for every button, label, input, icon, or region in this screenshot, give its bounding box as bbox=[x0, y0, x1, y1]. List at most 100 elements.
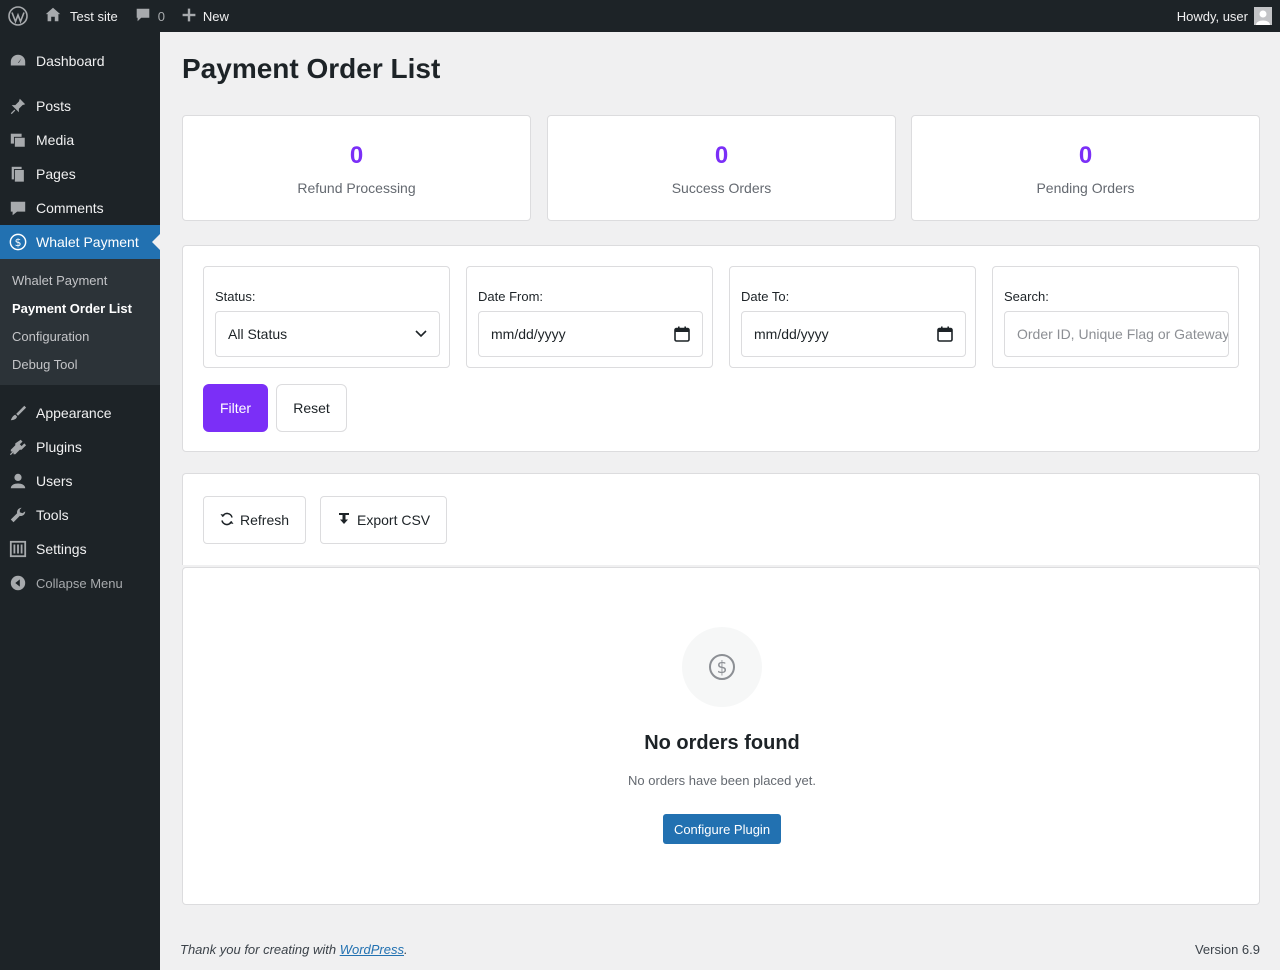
collapse-arrow-icon bbox=[8, 573, 28, 593]
svg-text:$: $ bbox=[15, 236, 22, 249]
date-from-label: Date From: bbox=[478, 289, 544, 304]
new-label: New bbox=[202, 8, 229, 24]
menu-appearance[interactable]: Appearance bbox=[0, 396, 160, 430]
stat-value: 0 bbox=[714, 142, 729, 169]
menu-label: Comments bbox=[36, 200, 104, 216]
empty-state-description: No orders have been placed yet. bbox=[628, 773, 816, 788]
dollar-circle-icon: $ bbox=[8, 232, 28, 252]
dashboard-icon bbox=[8, 51, 28, 71]
menu-comments[interactable]: Comments bbox=[0, 191, 160, 225]
menu-label: Posts bbox=[36, 98, 72, 114]
menu-pages[interactable]: Pages bbox=[0, 157, 160, 191]
menu-users[interactable]: Users bbox=[0, 464, 160, 498]
search-label: Search: bbox=[1004, 289, 1049, 304]
status-filter-group: Status: All Status bbox=[203, 266, 450, 368]
date-to-input[interactable]: mm/dd/yyyy bbox=[741, 311, 966, 357]
submenu-whalet-payment[interactable]: Whalet Payment bbox=[0, 266, 160, 294]
calendar-icon[interactable] bbox=[937, 326, 953, 342]
empty-state-panel: $ No orders found No orders have been pl… bbox=[182, 567, 1260, 905]
submenu-payment-order-list[interactable]: Payment Order List bbox=[0, 294, 160, 322]
footer-thanks: Thank you for creating with WordPress. bbox=[180, 942, 408, 957]
filter-button[interactable]: Filter bbox=[203, 384, 268, 432]
chevron-down-icon bbox=[415, 330, 427, 338]
status-label: Status: bbox=[215, 289, 256, 304]
site-name-link[interactable]: Test site bbox=[36, 0, 126, 32]
search-input[interactable]: Order ID, Unique Flag or Gateway bbox=[1004, 311, 1229, 357]
status-selected-value: All Status bbox=[228, 326, 288, 342]
stat-label: Success Orders bbox=[671, 180, 772, 196]
menu-label: Plugins bbox=[36, 439, 82, 455]
account-menu[interactable]: Howdy, user bbox=[1169, 0, 1280, 32]
stat-label: Pending Orders bbox=[1036, 180, 1135, 196]
menu-label: Dashboard bbox=[36, 53, 105, 69]
menu-media[interactable]: Media bbox=[0, 123, 160, 157]
refresh-button[interactable]: Refresh bbox=[203, 496, 307, 544]
menu-tools[interactable]: Tools bbox=[0, 498, 160, 532]
refresh-icon bbox=[220, 512, 234, 529]
svg-text:$: $ bbox=[717, 658, 728, 678]
pin-icon bbox=[8, 96, 28, 116]
comments-count: 0 bbox=[157, 8, 165, 24]
download-icon bbox=[337, 512, 351, 529]
comment-bubble-icon bbox=[134, 6, 152, 27]
collapse-menu-label: Collapse Menu bbox=[36, 575, 123, 591]
plugin-icon bbox=[8, 437, 28, 457]
actions-panel: Refresh Export CSV bbox=[182, 473, 1260, 565]
search-group: Search: Order ID, Unique Flag or Gateway bbox=[992, 266, 1239, 368]
empty-state-dollar-icon: $ bbox=[682, 627, 762, 707]
submenu-configuration[interactable]: Configuration bbox=[0, 322, 160, 350]
filter-panel: Status: All Status Date From: mm/dd/yyyy… bbox=[182, 245, 1260, 452]
new-content-link[interactable]: New bbox=[173, 0, 237, 32]
wrench-icon bbox=[8, 505, 28, 525]
menu-whalet-payment[interactable]: $ Whalet Payment bbox=[0, 225, 160, 259]
whalet-submenu: Whalet Payment Payment Order List Config… bbox=[0, 259, 160, 385]
pages-icon bbox=[8, 164, 28, 184]
date-to-label: Date To: bbox=[741, 289, 790, 304]
collapse-menu-button[interactable]: Collapse Menu bbox=[0, 566, 160, 600]
avatar bbox=[1254, 7, 1272, 25]
settings-icon bbox=[8, 539, 28, 559]
menu-label: Settings bbox=[36, 541, 87, 557]
export-label: Export CSV bbox=[357, 512, 431, 528]
menu-plugins[interactable]: Plugins bbox=[0, 430, 160, 464]
user-icon bbox=[8, 471, 28, 491]
menu-label: Pages bbox=[36, 166, 76, 182]
comments-icon bbox=[8, 198, 28, 218]
menu-dashboard[interactable]: Dashboard bbox=[0, 44, 160, 78]
footer-thanks-suffix: . bbox=[404, 942, 408, 957]
stat-value: 0 bbox=[1078, 142, 1093, 169]
date-from-input[interactable]: mm/dd/yyyy bbox=[478, 311, 703, 357]
home-icon bbox=[44, 6, 62, 27]
menu-label: Whalet Payment bbox=[36, 234, 139, 250]
stat-label: Refund Processing bbox=[297, 180, 416, 196]
configure-plugin-button[interactable]: Configure Plugin bbox=[663, 814, 781, 844]
menu-label: Tools bbox=[36, 507, 69, 523]
footer-thanks-prefix: Thank you for creating with bbox=[180, 942, 340, 957]
stat-value: 0 bbox=[349, 142, 364, 169]
wordpress-logo-icon[interactable] bbox=[0, 0, 36, 32]
admin-bar: Test site 0 New Howdy, user bbox=[0, 0, 1280, 32]
brush-icon bbox=[8, 403, 28, 423]
site-name-label: Test site bbox=[70, 8, 118, 24]
page-title: Payment Order List bbox=[182, 53, 441, 84]
media-icon bbox=[8, 130, 28, 150]
reset-button[interactable]: Reset bbox=[276, 384, 347, 432]
wordpress-link[interactable]: WordPress bbox=[340, 942, 404, 957]
calendar-icon[interactable] bbox=[674, 326, 690, 342]
stat-card-refund: 0 Refund Processing bbox=[182, 115, 531, 221]
howdy-label: Howdy, user bbox=[1176, 8, 1248, 24]
menu-posts[interactable]: Posts bbox=[0, 89, 160, 123]
submenu-debug-tool[interactable]: Debug Tool bbox=[0, 350, 160, 378]
stat-card-pending: 0 Pending Orders bbox=[911, 115, 1260, 221]
status-select[interactable]: All Status bbox=[215, 311, 440, 357]
plus-icon bbox=[181, 7, 197, 26]
stat-card-success: 0 Success Orders bbox=[547, 115, 896, 221]
empty-state-title: No orders found bbox=[644, 732, 800, 754]
menu-label: Media bbox=[36, 132, 75, 148]
date-from-value: mm/dd/yyyy bbox=[491, 326, 566, 342]
menu-settings[interactable]: Settings bbox=[0, 532, 160, 566]
comments-link[interactable]: 0 bbox=[126, 0, 173, 32]
date-from-group: Date From: mm/dd/yyyy bbox=[466, 266, 713, 368]
export-csv-button[interactable]: Export CSV bbox=[320, 496, 448, 544]
date-to-value: mm/dd/yyyy bbox=[754, 326, 829, 342]
